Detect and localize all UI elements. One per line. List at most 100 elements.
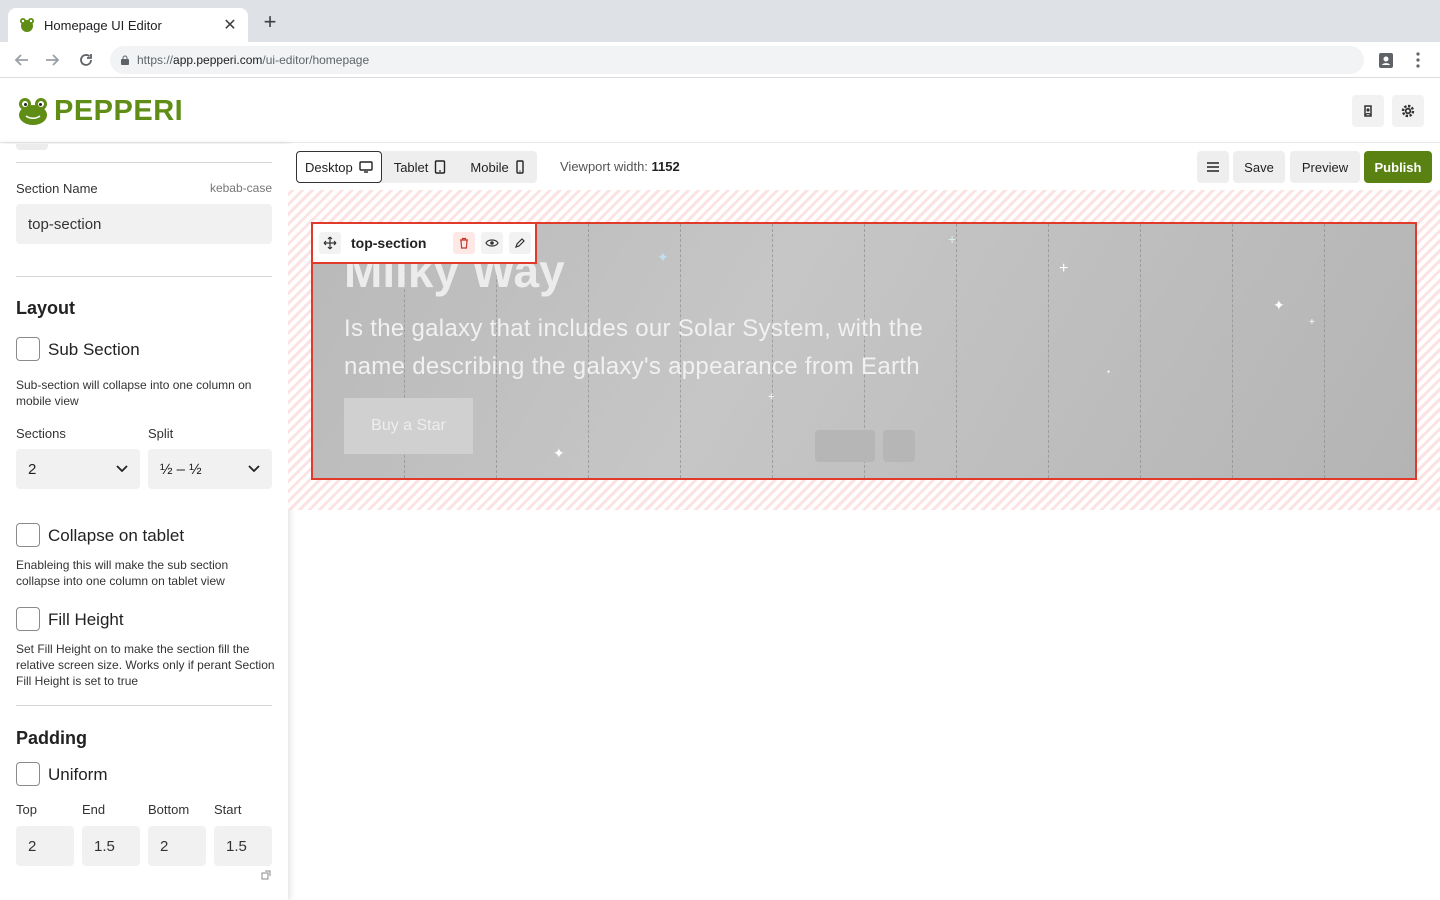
hamburger-icon [1207,162,1219,172]
phone-icon [516,160,524,174]
mobile-button[interactable]: Mobile [458,151,536,183]
divider [16,705,272,706]
user-icon [1364,105,1372,117]
star-icon: + [768,391,775,403]
user-button[interactable] [1352,95,1384,127]
viewport-label: Viewport width: [560,159,648,174]
star-icon: + [1059,260,1069,277]
collapse-tablet-label: Collapse on tablet [48,526,185,545]
tablet-label: Tablet [393,159,429,175]
chevron-down-icon [116,465,128,473]
frog-logo-icon [19,98,47,125]
star-icon: + [948,231,957,247]
pencil-icon [515,238,525,248]
viewport-width: Viewport width: 1152 [560,159,680,174]
viewport-value: 1152 [651,159,680,174]
collapse-tablet-checkbox[interactable] [16,523,40,547]
padding-start-label: Start [214,802,242,817]
move-handle[interactable] [319,232,341,254]
url-scheme: https:// [137,53,174,67]
star-icon: + [1309,317,1315,328]
address-bar[interactable]: https://app.pepperi.com/ui-editor/homepa… [110,46,1364,74]
collapsed-control[interactable] [16,144,48,150]
browser-tabstrip: Homepage UI Editor ✕ + [0,0,1440,42]
pepperi-favicon-icon [20,18,34,32]
split-label: Split [148,426,174,441]
delete-section-button[interactable] [453,232,475,254]
hero-description: Is the galaxy that includes our Solar Sy… [344,315,924,380]
desktop-button[interactable]: Desktop [296,151,382,183]
star-icon: ✦ [1273,297,1285,313]
editor-toolbar: Desktop Tablet Mobile Viewport width: 11… [288,144,1440,190]
brand-wordmark: PEPPERI [54,94,184,127]
device-switcher: Desktop Tablet Mobile [296,151,537,183]
tab-close-icon[interactable]: ✕ [222,15,238,35]
settings-button[interactable] [1392,95,1424,127]
buy-star-button[interactable]: Buy a Star [344,398,473,454]
forward-arrow-icon[interactable] [42,50,62,70]
profile-badge-icon[interactable] [1376,50,1396,70]
section-tag: top-section [311,222,537,264]
section-settings-panel: Section Name kebab-case top-section Layo… [0,144,288,900]
lock-icon [121,55,129,65]
sections-label: Sections [16,426,66,441]
fill-height-help: Set Fill Height on to make the section f… [16,642,275,688]
section-name-input[interactable]: top-section [16,204,272,244]
layout-heading: Layout [16,298,76,318]
fill-height-label: Fill Height [48,610,124,629]
carousel-pause-button[interactable] [883,430,915,462]
sections-value: 2 [28,460,37,478]
section-tag-name: top-section [351,235,427,251]
padding-heading: Padding [16,728,87,748]
gear-icon [1401,104,1415,118]
new-tab-button[interactable]: + [258,10,282,34]
eye-icon [485,239,499,247]
padding-top-input[interactable]: 2 [16,826,74,866]
split-select[interactable]: ½ – ½ [148,449,272,489]
resize-handle-icon[interactable] [261,870,271,880]
tablet-button[interactable]: Tablet [382,151,459,183]
split-value: ½ – ½ [160,460,202,478]
star-icon: ✦ [553,445,565,461]
column-guide [1140,224,1141,478]
padding-bottom-label: Bottom [148,802,190,817]
preview-button[interactable]: Preview [1290,151,1360,183]
column-guide [1232,224,1233,478]
browser-toolbar: https://app.pepperi.com/ui-editor/homepa… [0,42,1440,78]
uniform-label: Uniform [48,765,108,784]
desktop-label: Desktop [305,159,353,175]
star-icon: ● [1107,369,1111,375]
sub-section-label: Sub Section [48,340,140,359]
tablet-icon [435,160,446,174]
toggle-visibility-button[interactable] [481,232,503,254]
url-path: /ui-editor/homepage [262,53,370,67]
layers-menu-button[interactable] [1197,151,1229,183]
browser-menu-icon[interactable] [1408,50,1428,70]
sections-select[interactable]: 2 [16,449,140,489]
publish-button[interactable]: Publish [1364,151,1432,183]
save-button[interactable]: Save [1233,151,1285,183]
column-guide [1324,224,1325,478]
collapse-tablet-help: Enableing this will make the sub section… [16,558,229,588]
padding-end-input[interactable]: 1.5 [82,826,140,866]
section-name-label: Section Name [16,181,98,196]
app-header: PEPPERI [0,79,1440,143]
sub-section-checkbox[interactable] [16,337,40,361]
edit-section-button[interactable] [509,232,531,254]
column-guide [1048,224,1049,478]
padding-start-input[interactable]: 1.5 [214,826,272,866]
chevron-down-icon [248,465,260,473]
browser-tab[interactable]: Homepage UI Editor ✕ [8,8,248,42]
fill-height-checkbox[interactable] [16,607,40,631]
padding-end-label: End [82,802,106,817]
padding-bottom-input[interactable]: 2 [148,826,206,866]
pepperi-logo[interactable]: PEPPERI [16,95,183,127]
reload-icon[interactable] [76,50,96,70]
divider [16,276,272,277]
back-arrow-icon[interactable] [12,50,32,70]
divider [16,162,272,163]
star-icon: ✦ [657,249,669,265]
url-host: app.pepperi.com [173,53,263,67]
uniform-checkbox[interactable] [16,762,40,786]
carousel-dots[interactable] [815,430,875,462]
